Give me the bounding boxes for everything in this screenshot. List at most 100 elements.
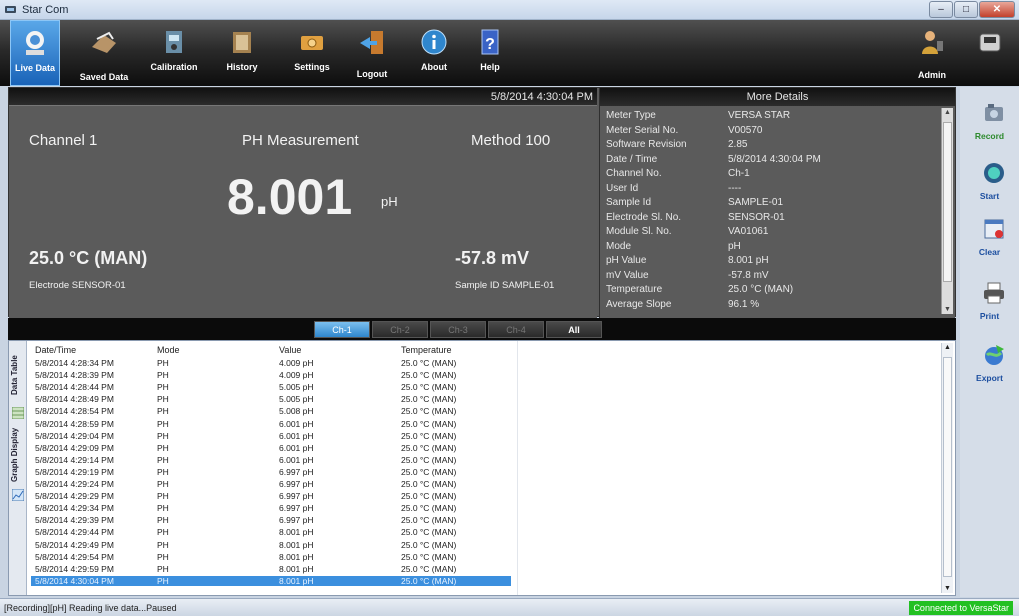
maximize-button[interactable]: □ <box>954 1 978 18</box>
saved-data-icon <box>92 31 116 53</box>
table-cell: PH <box>157 575 169 586</box>
view-tabs: Data Table Graph Display <box>9 341 27 595</box>
close-button[interactable]: ✕ <box>979 1 1015 18</box>
meter-status-button[interactable] <box>966 20 1014 86</box>
channel-tab-3[interactable]: Ch-3 <box>430 321 486 338</box>
scroll-down-icon[interactable]: ▼ <box>944 585 951 592</box>
table-row[interactable]: 5/8/2014 4:29:04 PM PH 6.001 pH 25.0 °C (MA… <box>31 431 511 441</box>
table-cell: 25.0 °C (MAN) <box>401 575 457 586</box>
table-header: Date/Time Mode Value Temperature <box>31 345 931 359</box>
scroll-up-icon[interactable]: ▲ <box>944 344 951 351</box>
tab-graph-display[interactable]: Graph Display <box>10 423 26 487</box>
scroll-thumb[interactable] <box>943 122 952 282</box>
mode-title: PH Measurement <box>242 132 359 149</box>
print-button[interactable]: Print <box>960 277 1019 329</box>
table-row[interactable]: 5/8/2014 4:28:44 PM PH 5.005 pH 25.0 °C (MA… <box>31 382 511 392</box>
table-cell: PH <box>157 551 169 562</box>
scroll-down-icon[interactable]: ▼ <box>944 306 951 313</box>
table-cell: 5/8/2014 4:29:04 PM <box>35 430 114 441</box>
table-row[interactable]: 5/8/2014 4:29:34 PM PH 6.997 pH 25.0 °C (MA… <box>31 503 511 513</box>
detail-row: Electrode Sl. No. SENSOR-01 <box>606 212 936 226</box>
channel-tab-1[interactable]: Ch-1 <box>314 321 370 338</box>
meter-icon <box>979 33 1001 52</box>
table-row[interactable]: 5/8/2014 4:28:39 PM PH 4.009 pH 25.0 °C (MA… <box>31 370 511 380</box>
live-reading: 5/8/2014 4:30:04 PM Channel 1 PH Measure… <box>9 88 597 318</box>
logout-label: Logout <box>356 69 388 79</box>
column-header[interactable]: Value <box>279 345 301 355</box>
settings-button[interactable]: Settings <box>284 20 340 86</box>
table-row[interactable]: 5/8/2014 4:28:54 PM PH 5.008 pH 25.0 °C (MA… <box>31 406 511 416</box>
table-row[interactable]: 5/8/2014 4:29:14 PM PH 6.001 pH 25.0 °C (MA… <box>31 455 511 465</box>
export-icon <box>985 345 1004 365</box>
live-data-button[interactable]: Live Data <box>10 20 60 86</box>
table-row[interactable]: 5/8/2014 4:29:09 PM PH 6.001 pH 25.0 °C (MA… <box>31 443 511 453</box>
table-scrollbar[interactable]: ▲ ▼ <box>941 343 953 593</box>
help-label: Help <box>480 62 500 72</box>
history-icon <box>233 32 251 53</box>
export-button[interactable]: Export <box>960 339 1019 391</box>
logout-button[interactable]: Logout <box>344 20 400 86</box>
graph-icon[interactable] <box>12 489 24 501</box>
table-cell: 5/8/2014 4:28:59 PM <box>35 418 114 429</box>
column-header[interactable]: Mode <box>157 345 180 355</box>
table-row[interactable]: 5/8/2014 4:28:59 PM PH 6.001 pH 25.0 °C (MA… <box>31 419 511 429</box>
table-cell: 25.0 °C (MAN) <box>401 491 457 502</box>
tab-data-table[interactable]: Data Table <box>10 345 26 405</box>
table-cell: 5/8/2014 4:28:54 PM <box>35 406 114 417</box>
table-cell: 6.997 pH <box>279 466 314 477</box>
table-row[interactable]: 5/8/2014 4:29:29 PM PH 6.997 pH 25.0 °C (MA… <box>31 491 511 501</box>
table-cell: 5/8/2014 4:28:39 PM <box>35 370 114 381</box>
scroll-thumb[interactable] <box>943 357 952 577</box>
history-button[interactable]: History <box>214 20 270 86</box>
table-cell: 4.009 pH <box>279 370 314 381</box>
record-button[interactable]: Record <box>960 97 1019 149</box>
calibration-button[interactable]: Calibration <box>146 20 202 86</box>
table-row[interactable]: 5/8/2014 4:30:04 PM PH 8.001 pH 25.0 °C (MA… <box>31 575 511 586</box>
connection-badge[interactable]: Connected to VersaStar <box>909 601 1013 615</box>
channel-tab-all[interactable]: All <box>546 321 602 338</box>
admin-button[interactable]: Admin <box>904 20 960 86</box>
table-cell: 8.001 pH <box>279 575 314 586</box>
table-row[interactable]: 5/8/2014 4:29:54 PM PH 8.001 pH 25.0 °C (MA… <box>31 552 511 562</box>
table-cell: 6.997 pH <box>279 491 314 502</box>
admin-icon <box>922 31 943 54</box>
minimize-button[interactable]: – <box>929 1 953 18</box>
admin-label: Admin <box>918 70 946 80</box>
start-button[interactable]: Start <box>960 157 1019 209</box>
table-row[interactable]: 5/8/2014 4:29:19 PM PH 6.997 pH 25.0 °C (MA… <box>31 467 511 477</box>
table-cell: 6.001 pH <box>279 442 314 453</box>
table-row[interactable]: 5/8/2014 4:28:34 PM PH 4.009 pH 25.0 °C (MA… <box>31 358 511 368</box>
about-button[interactable]: About <box>406 20 462 86</box>
column-header[interactable]: Temperature <box>401 345 452 355</box>
detail-row: Average Slope 96.1 % <box>606 299 936 313</box>
status-text: [Recording][pH] Reading live data...Paus… <box>4 603 177 613</box>
detail-value: 96.1 % <box>728 298 760 310</box>
scroll-up-icon[interactable]: ▲ <box>944 109 951 116</box>
table-row[interactable]: 5/8/2014 4:29:49 PM PH 8.001 pH 25.0 °C (MA… <box>31 540 511 550</box>
table-cell: 25.0 °C (MAN) <box>401 539 457 550</box>
channel-tab-4[interactable]: Ch-4 <box>488 321 544 338</box>
table-cell: 25.0 °C (MAN) <box>401 394 457 405</box>
table-row[interactable]: 5/8/2014 4:29:39 PM PH 6.997 pH 25.0 °C (MA… <box>31 515 511 525</box>
table-cell: PH <box>157 370 169 381</box>
reading-header: 5/8/2014 4:30:04 PM <box>9 88 597 106</box>
saved-data-button[interactable]: Saved Data <box>72 20 136 86</box>
table-icon[interactable] <box>12 407 24 419</box>
main-toolbar: Live Data Saved Data Calibration History… <box>0 20 1019 86</box>
detail-value: 25.0 °C (MAN) <box>728 284 794 295</box>
table-cell: 25.0 °C (MAN) <box>401 527 457 538</box>
table-cell: 4.009 pH <box>279 358 314 368</box>
table-row[interactable]: 5/8/2014 4:29:59 PM PH 8.001 pH 25.0 °C (MA… <box>31 564 511 574</box>
table-row[interactable]: 5/8/2014 4:29:24 PM PH 6.997 pH 25.0 °C (MA… <box>31 479 511 489</box>
clear-button[interactable]: Clear <box>960 213 1019 265</box>
detail-key: Date / Time <box>606 153 658 165</box>
channel-tab-2[interactable]: Ch-2 <box>372 321 428 338</box>
detail-key: User Id <box>606 182 639 194</box>
help-button[interactable]: ? Help <box>462 20 518 86</box>
details-scrollbar[interactable]: ▲ ▼ <box>941 108 953 314</box>
column-header[interactable]: Date/Time <box>35 345 76 355</box>
table-row[interactable]: 5/8/2014 4:28:49 PM PH 5.005 pH 25.0 °C (MA… <box>31 394 511 404</box>
table-row[interactable]: 5/8/2014 4:29:44 PM PH 8.001 pH 25.0 °C (MA… <box>31 527 511 537</box>
detail-key: pH Value <box>606 255 647 266</box>
table-cell: PH <box>157 358 169 368</box>
